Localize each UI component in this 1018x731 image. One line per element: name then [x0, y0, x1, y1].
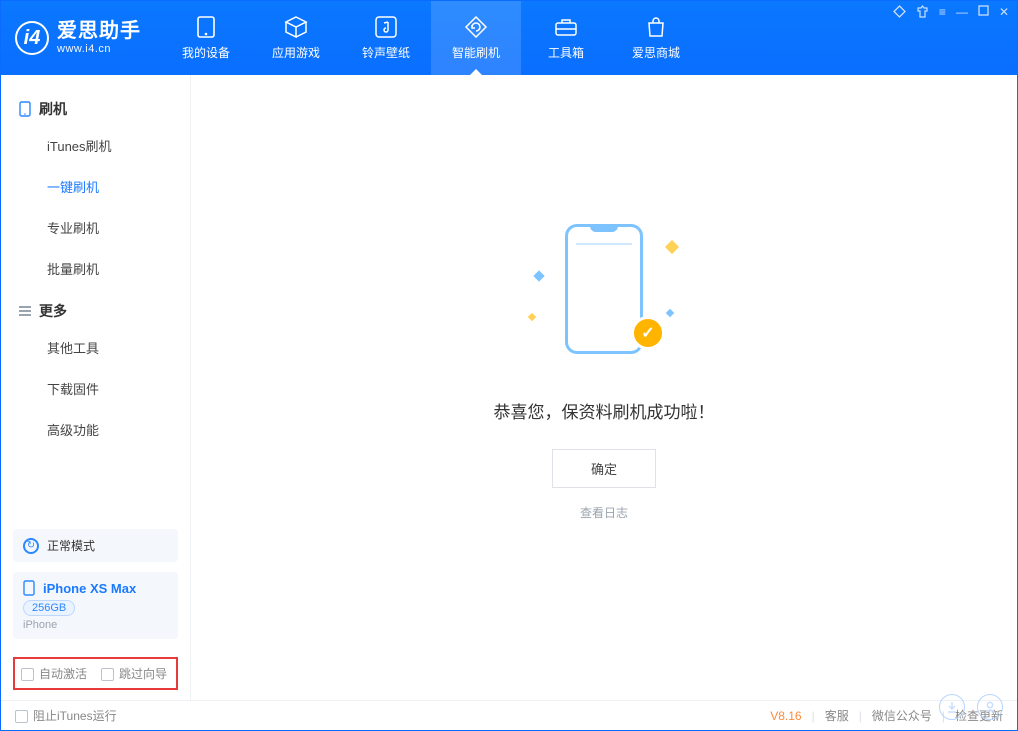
sidebar-section-flash: 刷机 [1, 87, 190, 125]
bag-icon [643, 16, 669, 38]
checkbox-icon[interactable] [15, 710, 28, 723]
nav-my-device[interactable]: 我的设备 [161, 1, 251, 75]
success-message: 恭喜您，保资料刷机成功啦！ [494, 398, 715, 423]
hamburger-icon [19, 306, 31, 316]
device-small-icon [19, 101, 31, 117]
checkbox-icon[interactable] [21, 668, 34, 681]
footer-support-link[interactable]: 客服 [825, 707, 849, 724]
main-content: ✓ 恭喜您，保资料刷机成功啦！ 确定 查看日志 [191, 75, 1017, 700]
nav-label: 工具箱 [548, 44, 584, 61]
device-name: iPhone XS Max [43, 581, 136, 596]
section-title: 刷机 [39, 99, 67, 119]
sidebar-item-oneclick-flash[interactable]: 一键刷机 [47, 166, 190, 207]
nav-label: 应用游戏 [272, 44, 320, 61]
nav-ringtones[interactable]: 铃声壁纸 [341, 1, 431, 75]
nav-apps[interactable]: 应用游戏 [251, 1, 341, 75]
sidebar-item-pro-flash[interactable]: 专业刷机 [47, 207, 190, 248]
sidebar-flash-list: iTunes刷机 一键刷机 专业刷机 批量刷机 [1, 125, 190, 289]
phone-outline-icon [23, 580, 35, 596]
device-mode-label: 正常模式 [47, 537, 95, 554]
view-log-link[interactable]: 查看日志 [580, 506, 628, 520]
refresh-icon [463, 16, 489, 38]
logo-icon: i4 [15, 21, 49, 55]
sidebar: 刷机 iTunes刷机 一键刷机 专业刷机 批量刷机 更多 其他工具 下载固件 … [1, 75, 191, 700]
sidebar-device-block: ↻ 正常模式 iPhone XS Max 256GB iPhone [1, 529, 190, 653]
nav-store[interactable]: 爱思商城 [611, 1, 701, 75]
opt-auto-activate[interactable]: 自动激活 [21, 665, 87, 682]
main-nav: 我的设备 应用游戏 铃声壁纸 智能刷机 [161, 1, 701, 75]
version-label: V8.16 [770, 709, 801, 723]
nav-smart-flash[interactable]: 智能刷机 [431, 1, 521, 75]
device-mode-card[interactable]: ↻ 正常模式 [13, 529, 178, 562]
app-name: 爱思助手 [57, 20, 141, 43]
body: 刷机 iTunes刷机 一键刷机 专业刷机 批量刷机 更多 其他工具 下载固件 … [1, 75, 1017, 700]
window-top-controls: ≡ — ✕ [893, 5, 1009, 19]
device-type: iPhone [23, 619, 168, 631]
sync-icon: ↻ [23, 538, 39, 554]
success-illustration: ✓ [529, 224, 679, 374]
footer: 阻止iTunes运行 V8.16 | 客服 | 微信公众号 | 检查更新 [1, 700, 1017, 730]
footer-wechat-link[interactable]: 微信公众号 [872, 707, 932, 724]
titlebar: i4 爱思助手 www.i4.cn 我的设备 应用游戏 [1, 1, 1017, 75]
app-window: i4 爱思助手 www.i4.cn 我的设备 应用游戏 [0, 0, 1018, 731]
footer-stop-itunes[interactable]: 阻止iTunes运行 [15, 707, 117, 724]
device-info-card[interactable]: iPhone XS Max 256GB iPhone [13, 572, 178, 639]
options-row: 自动激活 跳过向导 [13, 657, 178, 690]
menu-icon[interactable]: ≡ [939, 5, 946, 19]
minimize-icon[interactable]: — [956, 5, 968, 19]
sidebar-item-batch-flash[interactable]: 批量刷机 [47, 248, 190, 289]
close-icon[interactable]: ✕ [999, 5, 1009, 19]
check-badge-icon: ✓ [631, 316, 665, 350]
checkbox-icon[interactable] [101, 668, 114, 681]
success-panel: ✓ 恭喜您，保资料刷机成功啦！ 确定 查看日志 [494, 214, 715, 522]
nav-label: 铃声壁纸 [362, 44, 410, 61]
toolbox-icon [553, 16, 579, 38]
opt-skip-guide[interactable]: 跳过向导 [101, 665, 167, 682]
sidebar-item-itunes-flash[interactable]: iTunes刷机 [47, 125, 190, 166]
app-url: www.i4.cn [57, 43, 141, 56]
maximize-icon[interactable] [978, 5, 989, 19]
sidebar-item-other-tools[interactable]: 其他工具 [47, 327, 190, 368]
music-icon [373, 16, 399, 38]
device-storage: 256GB [23, 600, 75, 616]
logo-block: i4 爱思助手 www.i4.cn [1, 1, 161, 75]
nav-label: 爱思商城 [632, 44, 680, 61]
phone-icon [193, 16, 219, 38]
ok-button[interactable]: 确定 [552, 449, 656, 488]
cube-icon [283, 16, 309, 38]
section-title: 更多 [39, 301, 67, 321]
nav-label: 我的设备 [182, 44, 230, 61]
nav-toolbox[interactable]: 工具箱 [521, 1, 611, 75]
feedback-icon[interactable] [893, 5, 906, 19]
sidebar-item-download-firmware[interactable]: 下载固件 [47, 368, 190, 409]
sidebar-item-advanced[interactable]: 高级功能 [47, 409, 190, 450]
sidebar-section-more: 更多 [1, 289, 190, 327]
nav-label: 智能刷机 [452, 44, 500, 61]
skin-icon[interactable] [916, 5, 929, 19]
sidebar-more-list: 其他工具 下载固件 高级功能 [1, 327, 190, 450]
